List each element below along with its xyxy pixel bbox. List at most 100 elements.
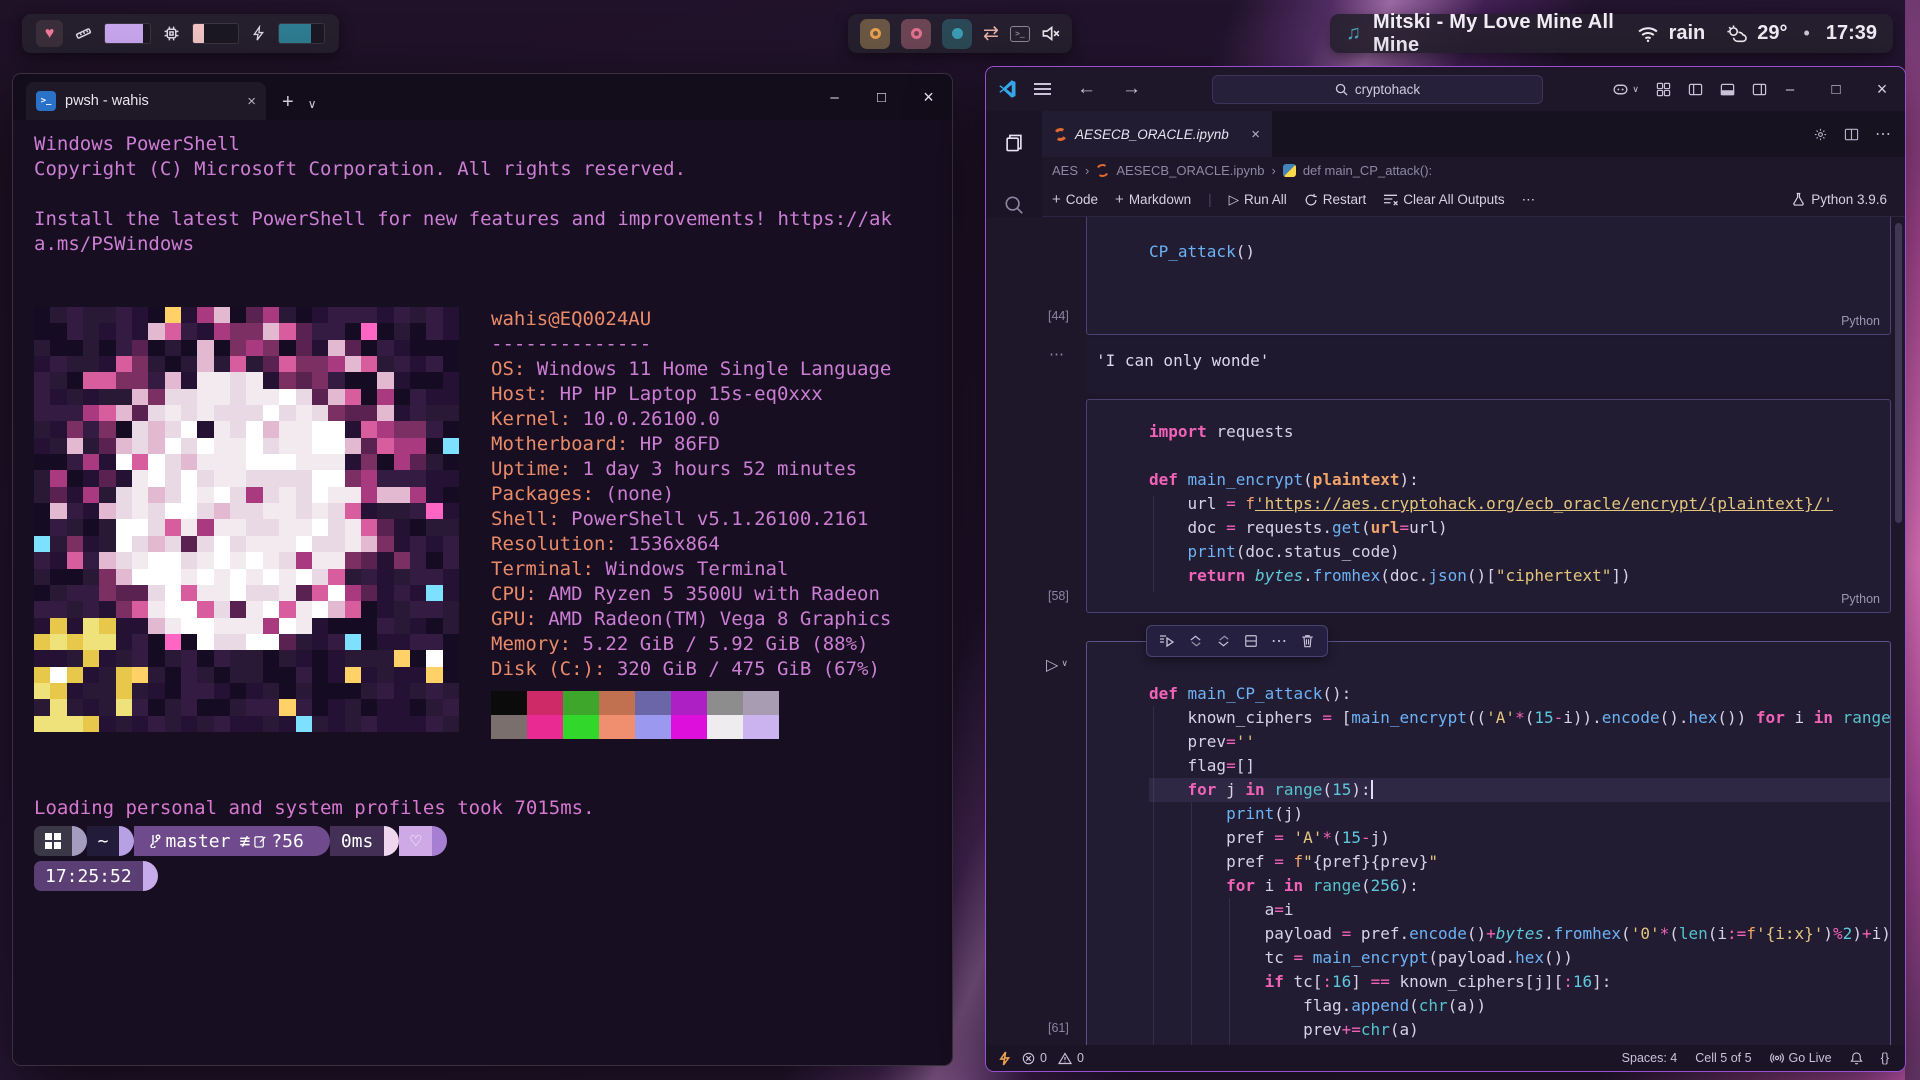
windows-logo-icon: [45, 833, 61, 849]
add-markdown-cell-button[interactable]: +Markdown: [1115, 191, 1191, 208]
execute-cell-and-below-icon[interactable]: [1211, 630, 1235, 652]
notifications-bell-icon[interactable]: [1850, 1051, 1863, 1065]
palette-swatch: [671, 691, 707, 715]
palette-swatch: [527, 691, 563, 715]
close-tab-icon[interactable]: ×: [247, 93, 256, 110]
workspace-dot-1[interactable]: [860, 19, 890, 49]
tab-aesecb-oracle[interactable]: AESECB_ORACLE.ipynb ×: [1042, 111, 1272, 157]
segment-cap: [119, 826, 134, 856]
now-playing-title[interactable]: Mitski - My Love Mine All Mine: [1373, 11, 1617, 57]
command-center-search[interactable]: cryptohack: [1212, 75, 1543, 104]
delete-cell-icon[interactable]: [1295, 630, 1319, 652]
toggle-panel-icon[interactable]: [1720, 82, 1735, 97]
terminal-icon[interactable]: >_: [1010, 26, 1030, 42]
plus-icon: +: [1052, 191, 1061, 208]
restart-button[interactable]: Restart: [1304, 192, 1367, 207]
menu-hamburger-icon[interactable]: [1034, 80, 1051, 99]
ps-header-line: Copyright (C) Microsoft Corporation. All…: [34, 157, 952, 182]
neofetch-entry: OS: Windows 11 Home Single Language: [491, 357, 891, 382]
more-actions-icon[interactable]: ⋯: [1875, 124, 1891, 144]
vscode-titlebar[interactable]: ← → cryptohack ∨ – □ ×: [986, 67, 1905, 111]
explorer-icon[interactable]: [986, 119, 1042, 167]
close-button[interactable]: ×: [905, 87, 952, 108]
execute-above-icon[interactable]: [1155, 630, 1179, 652]
execute-cell-and-above-icon[interactable]: [1183, 630, 1207, 652]
new-tab-button[interactable]: +: [282, 91, 294, 114]
copilot-icon[interactable]: ∨: [1612, 82, 1639, 97]
breadcrumb[interactable]: AES › AESECB_ORACLE.ipynb › def main_CP_…: [1042, 157, 1905, 183]
maximize-button[interactable]: □: [858, 89, 905, 106]
split-editor-icon[interactable]: [1844, 127, 1859, 142]
breadcrumb-folder[interactable]: AES: [1052, 163, 1078, 178]
notebook-cell-1[interactable]: CP_attack() Python: [1086, 217, 1891, 335]
workspace-dot-3[interactable]: [942, 19, 972, 49]
music-note-icon: ♫: [1346, 22, 1361, 45]
terminal-body[interactable]: Windows PowerShell Copyright (C) Microso…: [13, 120, 952, 891]
run-cell-button[interactable]: ▷∨: [1046, 655, 1068, 675]
close-button[interactable]: ×: [1859, 67, 1905, 111]
cell-code[interactable]: import requestsdef main_encrypt(plaintex…: [1087, 400, 1890, 588]
kernel-picker[interactable]: Python 3.9.6: [1792, 192, 1905, 207]
execution-count: [58]: [1048, 589, 1069, 603]
minimize-button[interactable]: –: [1767, 67, 1813, 111]
run-all-button[interactable]: ▷Run All: [1229, 192, 1287, 208]
notebook-cell-2[interactable]: import requestsdef main_encrypt(plaintex…: [1086, 399, 1891, 613]
tab-dropdown-icon[interactable]: ∨: [308, 97, 317, 111]
toggle-secondary-sidebar-icon[interactable]: [1752, 82, 1767, 97]
cell-language-label[interactable]: Python: [1841, 314, 1880, 328]
remote-indicator-icon[interactable]: [998, 1051, 1011, 1066]
cell-code[interactable]: CP_attack(): [1087, 217, 1890, 264]
nav-back-icon[interactable]: ←: [1077, 78, 1096, 100]
wifi-icon[interactable]: [1637, 25, 1659, 43]
notebook-scrollbar[interactable]: [1895, 223, 1902, 523]
palette-swatch: [707, 715, 743, 739]
customize-layout-icon[interactable]: [1656, 82, 1671, 97]
heart-icon[interactable]: ♥: [36, 20, 63, 47]
git-untracked-count: ?56: [271, 829, 304, 854]
toggle-sidebar-icon[interactable]: [1688, 82, 1703, 97]
cell-position-status[interactable]: Cell 5 of 5: [1695, 1051, 1751, 1065]
output-options-icon[interactable]: ⋯: [1049, 345, 1065, 363]
notebook-settings-gear-icon[interactable]: [1813, 127, 1828, 142]
neofetch-entry: Terminal: Windows Terminal: [491, 557, 891, 582]
cell-code[interactable]: def main_CP_attack(): known_ciphers = [m…: [1087, 642, 1890, 1042]
add-code-cell-button[interactable]: +Code: [1052, 191, 1098, 208]
chevron-down-icon: ∨: [1632, 84, 1639, 95]
breadcrumb-file[interactable]: AESECB_ORACLE.ipynb: [1116, 163, 1264, 178]
go-live-button[interactable]: Go Live: [1770, 1051, 1832, 1065]
breadcrumb-symbol[interactable]: def main_CP_attack():: [1303, 163, 1432, 178]
maximize-button[interactable]: □: [1813, 67, 1859, 111]
terminal-titlebar[interactable]: >_ pwsh - wahis × + ∨ – □ ×: [13, 74, 952, 120]
meter-ruler: [104, 23, 151, 44]
nav-forward-icon[interactable]: →: [1122, 78, 1141, 100]
meter-fill: [279, 24, 311, 43]
more-actions-icon[interactable]: ⋯: [1522, 192, 1536, 208]
indentation-status[interactable]: Spaces: 4: [1622, 1051, 1678, 1065]
workspace-dot-2[interactable]: [901, 19, 931, 49]
mute-speaker-icon[interactable]: [1041, 24, 1060, 43]
separator-dot: •: [1804, 23, 1810, 44]
braces-status-icon[interactable]: {}: [1881, 1051, 1889, 1065]
swap-arrows-icon[interactable]: ⇄: [983, 22, 999, 45]
weather-icon[interactable]: [1725, 24, 1747, 44]
neofetch-info: wahis@EQ0024AU -------------- OS: Window…: [491, 307, 891, 739]
close-tab-icon[interactable]: ×: [1251, 126, 1260, 143]
prompt-os-segment: [34, 826, 72, 856]
notebook-cell-3[interactable]: def main_CP_attack(): known_ciphers = [m…: [1086, 641, 1891, 1045]
errors-indicator[interactable]: 0: [1022, 1051, 1047, 1065]
dot-ring: [952, 28, 963, 39]
execution-count: [44]: [1048, 309, 1069, 323]
warnings-indicator[interactable]: 0: [1058, 1051, 1084, 1065]
git-status-icon: ≢: [239, 829, 250, 854]
more-actions-icon[interactable]: ⋯: [1267, 630, 1291, 652]
breadcrumb-separator: ›: [1271, 163, 1275, 178]
split-cell-icon[interactable]: [1239, 630, 1263, 652]
terminal-tab[interactable]: >_ pwsh - wahis ×: [26, 82, 266, 120]
toolbar-divider: |: [1208, 192, 1212, 207]
cell-language-label[interactable]: Python: [1841, 592, 1880, 606]
restart-icon: [1304, 193, 1318, 207]
clear-all-outputs-button[interactable]: Clear All Outputs: [1383, 192, 1504, 207]
breadcrumb-separator: ›: [1085, 163, 1089, 178]
minimize-button[interactable]: –: [811, 89, 858, 106]
notebook-editor[interactable]: CP_attack() Python [44] ⋯ 'I can only wo…: [986, 217, 1905, 1045]
